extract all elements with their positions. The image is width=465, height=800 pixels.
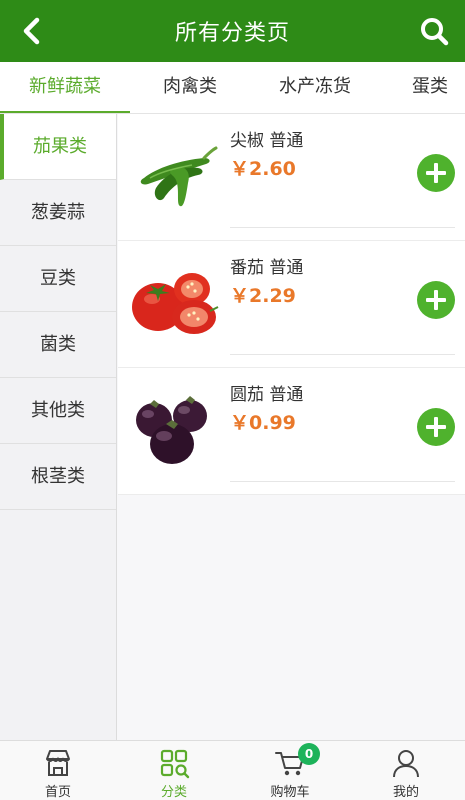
add-to-cart-button[interactable]	[417, 154, 455, 192]
product-name: 尖椒 普通	[230, 131, 304, 151]
search-icon[interactable]	[419, 16, 449, 46]
page-title: 所有分类页	[174, 21, 290, 46]
tab-meat-poultry[interactable]: 肉禽类	[130, 62, 250, 113]
subcategory-sidebar: 茄果类 葱姜蒜 豆类 菌类 其他类 根茎类	[0, 114, 117, 740]
add-to-cart-button[interactable]	[417, 408, 455, 446]
tab-eggs[interactable]: 蛋类	[385, 62, 465, 113]
tab-fresh-vegetables[interactable]: 新鲜蔬菜	[0, 62, 130, 113]
cart-count-badge: 0	[298, 743, 320, 765]
product-name: 圆茄 普通	[230, 385, 304, 405]
product-list: 尖椒 普通 ￥2.60 番茄 普通 ￥2.29 圆茄 普通 ￥0.99	[118, 114, 465, 740]
tomato-image	[132, 273, 219, 334]
sidebar-item-beans[interactable]: 豆类	[0, 246, 116, 312]
product-price: ￥0.99	[230, 412, 296, 434]
user-icon	[393, 750, 419, 778]
product-price: ￥2.29	[230, 285, 296, 307]
nav-home[interactable]: 首页	[0, 741, 116, 800]
product-item[interactable]: 番茄 普通 ￥2.29	[118, 241, 465, 368]
divider	[230, 354, 455, 355]
sidebar-item-others[interactable]: 其他类	[0, 378, 116, 444]
add-to-cart-button[interactable]	[417, 281, 455, 319]
category-grid-icon	[160, 749, 190, 779]
sidebar-item-root-vegetables[interactable]: 根茎类	[0, 444, 116, 510]
nav-category-label: 分类	[160, 785, 187, 800]
nav-cart-label: 购物车	[270, 785, 310, 800]
nav-category[interactable]: 分类	[116, 741, 232, 800]
store-icon	[46, 750, 70, 776]
product-price: ￥2.60	[230, 158, 296, 180]
product-item[interactable]: 圆茄 普通 ￥0.99	[118, 368, 465, 495]
divider	[230, 481, 455, 482]
product-item[interactable]: 尖椒 普通 ￥2.60	[118, 114, 465, 241]
sidebar-item-solanaceous[interactable]: 茄果类	[0, 114, 116, 180]
category-tabs: 新鲜蔬菜 肉禽类 水产冻货 蛋类	[0, 62, 465, 114]
nav-home-label: 首页	[44, 785, 71, 800]
back-arrow-icon[interactable]	[18, 17, 46, 45]
top-bar: 所有分类页	[0, 0, 465, 62]
product-name: 番茄 普通	[230, 258, 304, 278]
nav-cart[interactable]: 0 购物车	[232, 741, 348, 800]
eggplant-image	[136, 396, 207, 464]
nav-mine[interactable]: 我的	[348, 741, 464, 800]
nav-mine-label: 我的	[392, 785, 419, 800]
bottom-nav: 首页 分类 0 购物车 我的	[0, 740, 465, 800]
tab-frozen-seafood[interactable]: 水产冻货	[250, 62, 380, 113]
sidebar-item-mushrooms[interactable]: 菌类	[0, 312, 116, 378]
divider	[230, 227, 455, 228]
green-pepper-image	[140, 146, 218, 207]
sidebar-item-onion-ginger-garlic[interactable]: 葱姜蒜	[0, 180, 116, 246]
